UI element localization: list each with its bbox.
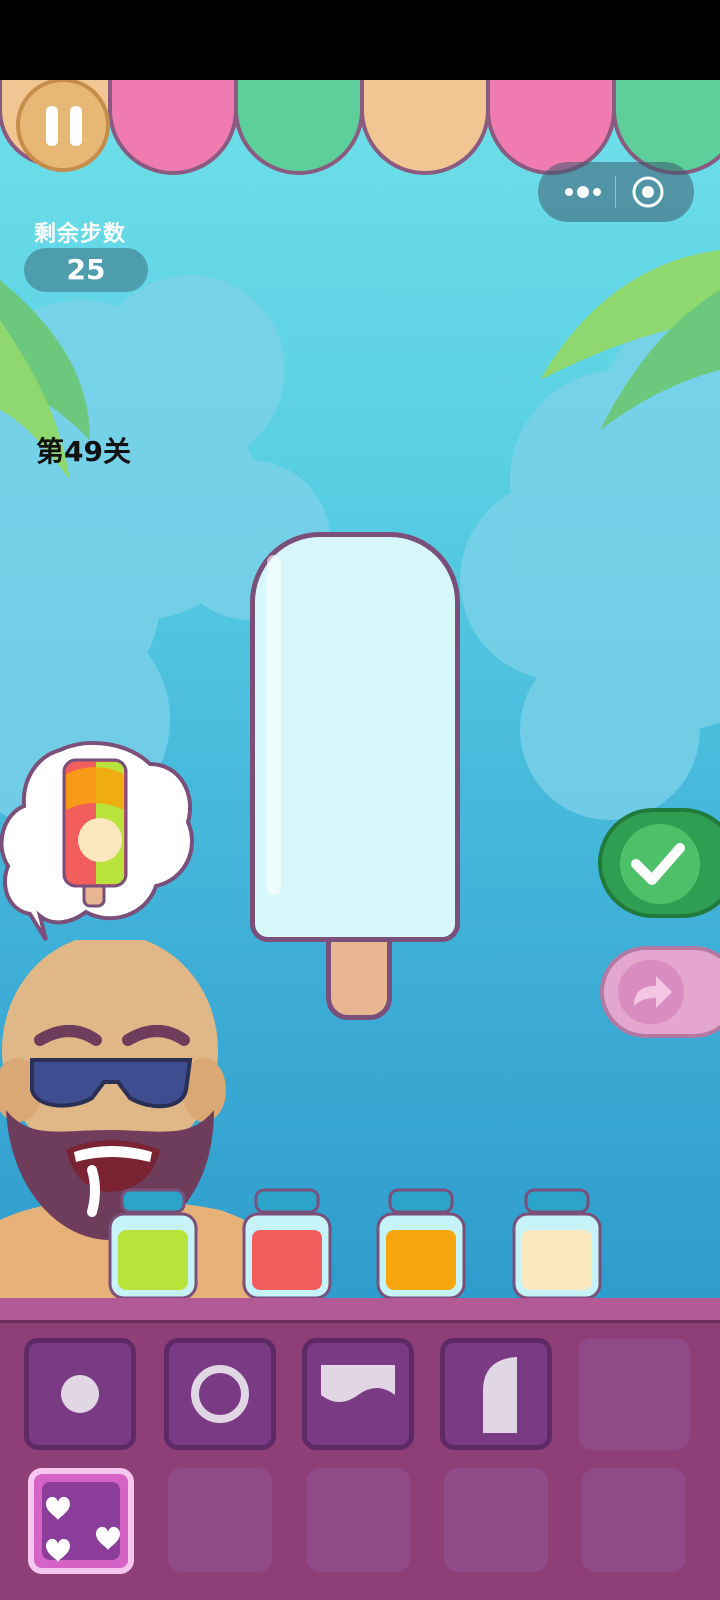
level-title: 第49关 (36, 435, 131, 468)
more-icon[interactable] (556, 176, 610, 208)
arrow-redo-icon (634, 976, 672, 1008)
half-moon-mold-icon (483, 1357, 517, 1433)
lime-syrup-jar[interactable] (108, 1188, 198, 1300)
mold-slot-empty (306, 1468, 410, 1572)
pause-button[interactable] (16, 80, 110, 172)
capsule-divider (615, 176, 616, 208)
checkmark-icon (631, 843, 685, 885)
lime-syrup-jar-icon (108, 1188, 198, 1300)
confirm-button[interactable] (598, 808, 720, 918)
popsicle-shine (267, 555, 281, 895)
moves-remaining-label: 剩余步数 (34, 222, 127, 247)
game-scene: 剩余步数 25 第49关 (0, 80, 720, 1300)
mold-slot-hearts[interactable] (28, 1468, 134, 1574)
cream-syrup-jar-icon (512, 1188, 602, 1300)
orange-syrup-jar-icon (376, 1188, 466, 1300)
target-thought-bubble (0, 740, 194, 942)
small-dot-mold-icon (61, 1375, 99, 1413)
mold-slot-ring[interactable] (164, 1338, 276, 1450)
mold-slot-empty (168, 1468, 272, 1572)
mini-program-capsule (538, 162, 694, 222)
mold-slot-empty (444, 1468, 548, 1572)
wave-top-mold-icon (321, 1365, 395, 1402)
cream-syrup-jar[interactable] (512, 1188, 602, 1300)
orange-syrup-jar[interactable] (376, 1188, 466, 1300)
tray-rim (0, 1298, 720, 1323)
hearts-mold-icon (42, 1482, 120, 1562)
mold-slot-half-moon[interactable] (440, 1338, 552, 1450)
red-syrup-jar[interactable] (242, 1188, 332, 1300)
ring-mold-icon (191, 1365, 249, 1423)
moves-remaining-count: 25 (24, 248, 148, 292)
red-syrup-jar-icon (242, 1188, 332, 1300)
mold-slot-empty (582, 1468, 686, 1572)
popsicle-canvas[interactable] (250, 532, 460, 942)
mold-slot-empty (578, 1338, 690, 1450)
mold-slot-dot[interactable] (24, 1338, 136, 1450)
popsicle-stick (326, 932, 392, 1020)
close-target-icon[interactable] (630, 174, 666, 210)
target-popsicle-icon (62, 758, 128, 908)
mold-slot-wave[interactable] (302, 1338, 414, 1450)
redo-button[interactable] (600, 946, 720, 1038)
status-bar (0, 0, 720, 80)
